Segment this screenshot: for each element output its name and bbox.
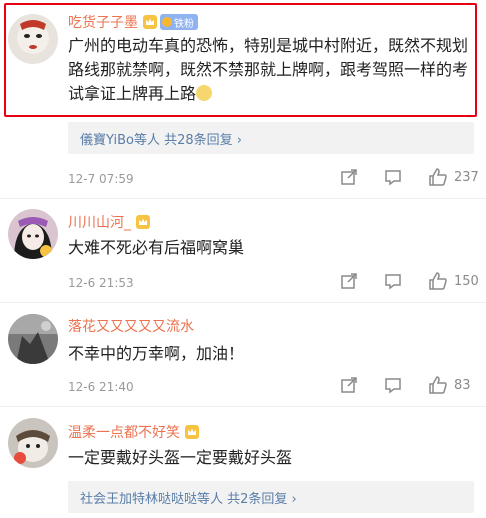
username[interactable]: 川川山河_	[68, 212, 131, 232]
divider	[0, 406, 486, 407]
share-button[interactable]	[340, 272, 358, 290]
like-count: 237	[454, 169, 479, 185]
avatar[interactable]	[8, 314, 58, 364]
emoji-icon	[196, 85, 213, 101]
share-icon	[341, 377, 357, 393]
avatar[interactable]	[8, 209, 58, 259]
like-icon	[429, 168, 447, 186]
timestamp: 12-6 21:40	[68, 380, 134, 394]
avatar[interactable]	[8, 14, 58, 64]
comment-text: 大难不死必有后福啊窝巢	[68, 238, 245, 257]
comment-icon	[385, 170, 401, 186]
comment-button[interactable]	[384, 168, 402, 186]
comment-text: 广州的电动车真的恐怖，特别是城中村附近，既然不规划路线那就禁啊，既然不禁那就上牌…	[68, 36, 469, 103]
crown-icon	[184, 424, 200, 440]
divider	[0, 198, 486, 199]
timestamp: 12-7 07:59	[68, 172, 134, 186]
like-button[interactable]: 150	[428, 271, 479, 291]
share-button[interactable]	[340, 168, 358, 186]
comment-button[interactable]	[384, 272, 402, 290]
like-count: 83	[454, 377, 471, 393]
comment-button[interactable]	[384, 376, 402, 394]
comment-icon	[385, 274, 401, 290]
divider	[0, 302, 486, 303]
timestamp: 12-6 21:53	[68, 276, 134, 290]
comment-icon	[385, 378, 401, 394]
like-button[interactable]: 237	[428, 167, 479, 187]
replies-link[interactable]: 儀寶YiBo等人 共28条回复 ›	[68, 122, 474, 154]
like-button[interactable]: 83	[428, 375, 471, 395]
like-icon	[429, 376, 447, 394]
username[interactable]: 温柔一点都不好笑	[68, 422, 180, 442]
crown-icon	[142, 14, 158, 30]
replies-link[interactable]: 社会王加特林哒哒哒等人 共2条回复 ›	[68, 481, 474, 513]
avatar[interactable]	[8, 418, 58, 468]
comment-text: 不幸中的万幸啊，加油！	[68, 344, 245, 363]
fan-badge: 铁粉	[160, 14, 198, 30]
share-button[interactable]	[340, 376, 358, 394]
username[interactable]: 吃货子子墨	[68, 12, 138, 32]
username[interactable]: 落花又又又又又流水	[68, 316, 194, 336]
like-count: 150	[454, 273, 479, 289]
crown-icon	[135, 214, 151, 230]
share-icon	[341, 169, 357, 185]
share-icon	[341, 273, 357, 289]
like-icon	[429, 272, 447, 290]
comment-text: 一定要戴好头盔一定要戴好头盔	[68, 448, 293, 467]
